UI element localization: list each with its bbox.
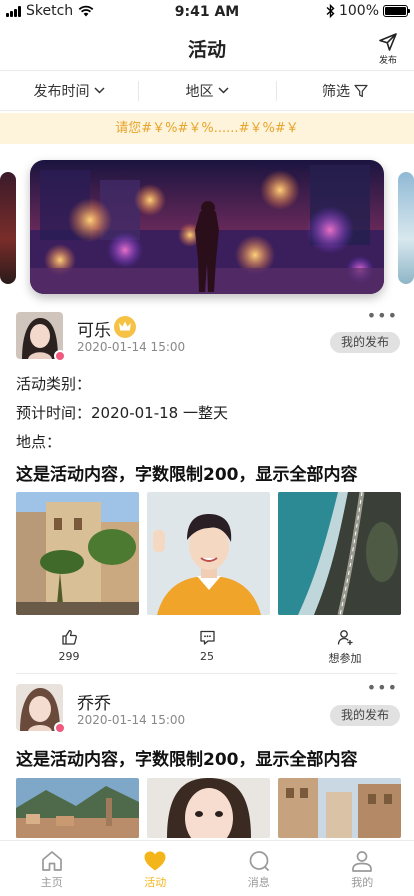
filter-icon (354, 84, 368, 97)
avatar-badge-dot (54, 722, 66, 734)
notice-banner[interactable]: 请您#￥%#￥%......#￥%#￥ (0, 113, 414, 144)
avatar-badge-dot (54, 350, 66, 362)
thumb-up-icon (61, 629, 77, 645)
tab-profile[interactable]: 我的 (311, 841, 414, 896)
battery-percent: 100% (338, 3, 379, 19)
filter-bar: 发布时间 地区 筛选 (0, 70, 414, 111)
photo-thumbnail[interactable] (278, 778, 401, 838)
photo-thumbnail[interactable] (147, 492, 270, 615)
filter-label: 地区 (185, 83, 214, 100)
tab-activity[interactable]: 活动 (104, 841, 208, 896)
filter-publish-time[interactable]: 发布时间 (0, 71, 138, 110)
banner-image[interactable] (30, 160, 384, 294)
comment-count: 25 (200, 650, 214, 663)
more-icon[interactable]: ••• (367, 306, 398, 325)
username[interactable]: 乔乔 (77, 689, 111, 714)
tab-bar: 主页 活动 消息 我的 (0, 840, 414, 896)
heart-icon (144, 851, 166, 871)
page-title: 活动 (187, 39, 226, 61)
home-icon (41, 851, 62, 871)
more-icon[interactable]: ••• (367, 678, 398, 697)
post-content: 这是活动内容，字数限制200，显示全部内容 (16, 750, 358, 770)
photo-thumbnail[interactable] (147, 778, 270, 838)
city-night-painting (30, 160, 384, 294)
like-button[interactable]: 299 (0, 629, 138, 679)
bluetooth-icon (326, 4, 335, 18)
join-label: 想参加 (328, 652, 362, 665)
battery-icon (383, 5, 410, 17)
publish-button[interactable]: 发布 (376, 32, 400, 66)
publish-label: 发布 (378, 56, 397, 66)
join-button[interactable]: 想参加 (276, 629, 414, 679)
filter-region[interactable]: 地区 (138, 71, 276, 110)
my-post-tag[interactable]: 我的发布 (330, 705, 400, 726)
photo-thumbnail[interactable] (16, 492, 139, 615)
crown-icon (114, 316, 136, 338)
tab-label: 我的 (351, 876, 374, 889)
tab-label: 消息 (247, 876, 270, 889)
battery-level (385, 7, 406, 15)
profile-icon (352, 851, 373, 872)
photo-thumbnail[interactable] (16, 778, 139, 838)
comment-button[interactable]: 25 (138, 629, 276, 679)
like-count: 299 (58, 650, 80, 663)
filter-screen[interactable]: 筛选 (276, 71, 414, 110)
photo-grid (16, 492, 401, 615)
post-actions: 299 25 想参加 (0, 629, 414, 679)
banner-carousel[interactable] (0, 158, 414, 298)
time-label: 预计时间： (16, 404, 92, 422)
send-icon (379, 33, 397, 51)
navbar: 活动 发布 (0, 24, 414, 70)
my-post-tag[interactable]: 我的发布 (330, 332, 400, 353)
username[interactable]: 可乐 (77, 316, 111, 341)
time-value: 2020-01-18 一整天 (91, 404, 228, 422)
message-icon (249, 851, 269, 872)
carousel-next-card[interactable] (398, 172, 414, 284)
photo-grid (16, 778, 401, 838)
post-content: 这是活动内容，字数限制200，显示全部内容 (16, 465, 358, 485)
divider (16, 673, 398, 674)
filter-label: 发布时间 (33, 83, 90, 100)
post-date: 2020-01-14 15:00 (77, 713, 186, 727)
post-date: 2020-01-14 15:00 (77, 340, 186, 354)
comment-icon (199, 630, 215, 645)
tab-messages[interactable]: 消息 (207, 841, 311, 896)
place-label: 地点： (16, 433, 62, 451)
category-label: 活动类别： (16, 375, 92, 393)
tab-label: 活动 (144, 876, 167, 889)
chevron-down-icon (217, 87, 229, 94)
filter-label: 筛选 (322, 83, 350, 100)
tab-home[interactable]: 主页 (0, 841, 104, 896)
add-user-icon (337, 630, 352, 645)
chevron-down-icon (93, 87, 105, 94)
photo-thumbnail[interactable] (278, 492, 401, 615)
status-bar: Sketch 9:41 AM 100% (0, 0, 414, 24)
tab-label: 主页 (40, 876, 63, 889)
time-row: 预计时间：2020-01-18 一整天 (16, 402, 228, 423)
carousel-prev-card[interactable] (0, 172, 16, 284)
